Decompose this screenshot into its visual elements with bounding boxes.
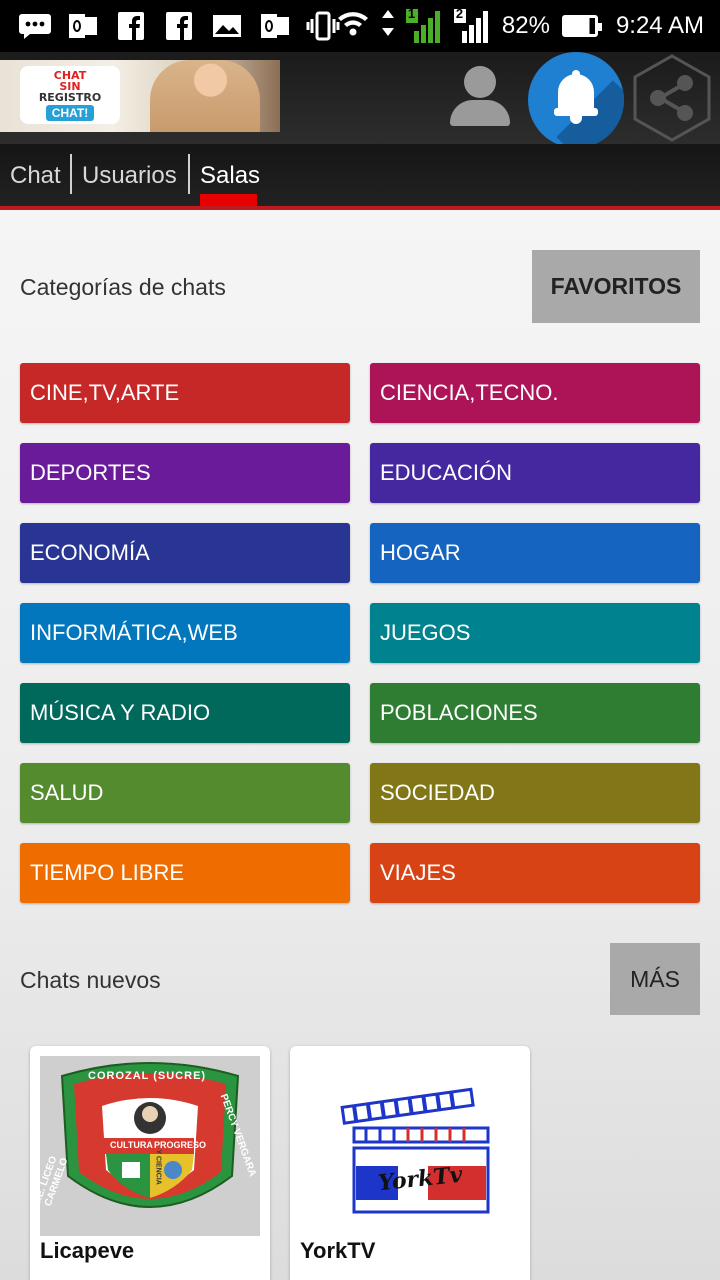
tab-salas[interactable]: Salas <box>200 156 260 196</box>
status-bar: 1 2 82% 9:24 AM <box>0 0 720 52</box>
categories-title: Categorías de chats <box>20 274 226 300</box>
category-button-economía[interactable]: ECONOMÍA <box>20 523 350 583</box>
banner-line-3: REGISTRO <box>38 91 102 104</box>
outlook-icon <box>66 11 100 41</box>
chat-card-name: Licapeve <box>40 1238 135 1263</box>
category-button-informática-web[interactable]: INFORMÁTICA,WEB <box>20 603 350 663</box>
notification-icons <box>18 8 340 44</box>
battery-percent: 82% <box>501 12 550 39</box>
wifi-icon <box>336 9 370 44</box>
salas-content: Categorías de chats FAVORITOS CINE,TV,AR… <box>0 210 720 1280</box>
promo-banner[interactable]: CHAT SIN REGISTRO CHAT! <box>0 60 280 132</box>
system-indicators: 1 2 82% 9:24 AM <box>336 6 704 44</box>
sim1-label: 1 <box>407 6 416 21</box>
more-button[interactable]: MÁS <box>610 943 700 1015</box>
new-chats-title: Chats nuevos <box>20 967 161 993</box>
banner-bubble: CHAT SIN REGISTRO CHAT! <box>20 66 120 124</box>
logo-top-text: COROZAL (SUCRE) <box>88 1070 207 1082</box>
category-button-salud[interactable]: SALUD <box>20 763 350 823</box>
category-button-sociedad[interactable]: SOCIEDAD <box>370 763 700 823</box>
category-button-hogar[interactable]: HOGAR <box>370 523 700 583</box>
category-button-poblaciones[interactable]: POBLACIONES <box>370 683 700 743</box>
banner-photo <box>150 60 260 132</box>
category-button-educación[interactable]: EDUCACIÓN <box>370 443 700 503</box>
clock: 9:24 AM <box>615 12 704 39</box>
tab-chat[interactable]: Chat <box>10 156 61 196</box>
facebook-icon <box>114 11 148 41</box>
app-header: CHAT SIN REGISTRO CHAT! <box>0 52 720 148</box>
tab-bar: Chat Usuarios Salas <box>0 144 720 210</box>
chat-card-yorktv[interactable]: YorkTv YorkTV <box>290 1046 530 1280</box>
chat-card-licapeve[interactable]: COROZAL (SUCRE) CULTURA PROGRESO I.E. LI… <box>30 1046 270 1280</box>
image-icon <box>210 11 244 41</box>
favorites-button[interactable]: FAVORITOS <box>532 250 700 323</box>
active-tab-indicator <box>200 194 257 206</box>
category-button-tiempo-libre[interactable]: TIEMPO LIBRE <box>20 843 350 903</box>
sim2-label: 2 <box>455 6 464 21</box>
battery-icon <box>561 15 602 37</box>
category-button-cine-tv-arte[interactable]: CINE,TV,ARTE <box>20 363 350 423</box>
tab-divider <box>70 154 72 194</box>
share-icon <box>633 54 711 142</box>
facebook-icon <box>162 11 196 41</box>
outlook-icon <box>258 11 292 41</box>
logo-center-text: Y CIENCIA <box>154 1149 162 1185</box>
logo-band-left: CULTURA <box>110 1140 153 1150</box>
category-button-ciencia-tecno[interactable]: CIENCIA,TECNO. <box>370 363 700 423</box>
category-button-juegos[interactable]: JUEGOS <box>370 603 700 663</box>
tab-usuarios[interactable]: Usuarios <box>82 156 177 196</box>
user-avatar-icon[interactable] <box>448 66 512 130</box>
share-button[interactable] <box>632 54 712 142</box>
signal-sim2-icon: 2 <box>453 6 490 43</box>
vibrate-icon <box>306 11 340 41</box>
logo-band-right: PROGRESO <box>154 1140 207 1150</box>
chat-card-name: YorkTV <box>300 1238 376 1263</box>
data-arrows-icon <box>381 9 394 43</box>
category-button-viajes[interactable]: VIAJES <box>370 843 700 903</box>
licapeve-logo: COROZAL (SUCRE) CULTURA PROGRESO I.E. LI… <box>33 1056 260 1236</box>
banner-cta: CHAT! <box>45 105 95 121</box>
chat-bubble-icon <box>18 11 52 41</box>
notifications-button[interactable] <box>528 52 624 148</box>
signal-sim1-icon: 1 <box>405 6 442 43</box>
tab-divider <box>188 154 190 194</box>
bell-icon <box>554 70 598 126</box>
category-button-deportes[interactable]: DEPORTES <box>20 443 350 503</box>
yorktv-logo: YorkTv <box>300 1056 520 1236</box>
category-button-música-y-radio[interactable]: MÚSICA Y RADIO <box>20 683 350 743</box>
